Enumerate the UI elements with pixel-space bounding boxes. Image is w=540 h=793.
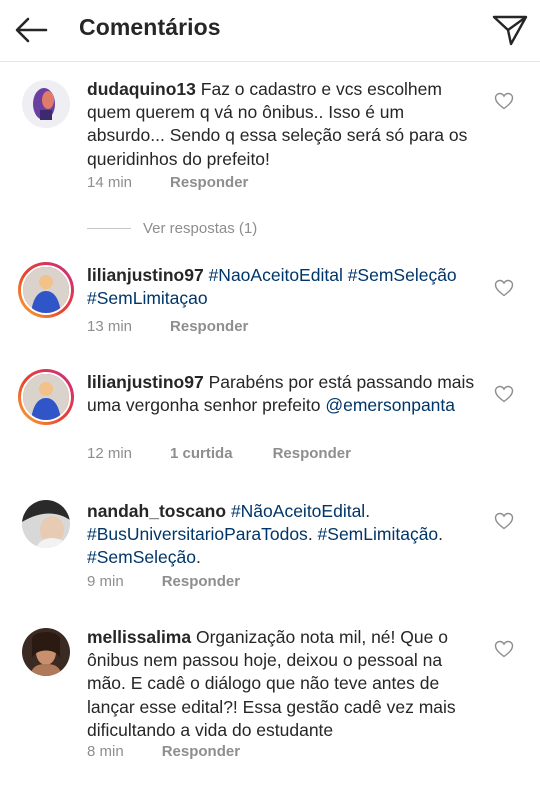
divider-line bbox=[87, 227, 131, 229]
comment-username[interactable]: lilianjustino97 bbox=[87, 265, 204, 285]
comment-time: 14 min bbox=[87, 174, 133, 191]
avatar[interactable] bbox=[18, 369, 74, 425]
comment-time: 8 min bbox=[87, 743, 124, 760]
reply-button[interactable]: Responder bbox=[162, 573, 240, 590]
user-photo-icon bbox=[22, 628, 70, 676]
comment-meta: 12 min 1 curtida Responder bbox=[87, 445, 351, 462]
comment-meta: 8 min Responder bbox=[87, 743, 240, 760]
paper-plane-icon bbox=[492, 15, 528, 46]
comment-time: 12 min bbox=[87, 445, 133, 462]
comment-meta: 14 min Responder bbox=[87, 174, 248, 191]
top-bar: Comentários bbox=[0, 0, 540, 62]
comment-username[interactable]: nandah_toscano bbox=[87, 501, 226, 521]
avatar-photo bbox=[21, 372, 71, 422]
user-photo-icon bbox=[22, 80, 70, 128]
heart-outline-icon[interactable] bbox=[494, 640, 514, 658]
comment-username[interactable]: lilianjustino97 bbox=[87, 372, 204, 392]
comment-username[interactable]: mellissalima bbox=[87, 627, 191, 647]
hashtag-link[interactable]: #NaoAceitoEdital bbox=[209, 265, 343, 285]
heart-outline-icon[interactable] bbox=[494, 512, 514, 530]
avatar[interactable] bbox=[22, 500, 70, 548]
avatar[interactable] bbox=[22, 80, 70, 128]
view-replies-button[interactable]: Ver respostas (1) bbox=[87, 218, 257, 238]
arrow-left-icon bbox=[15, 17, 48, 43]
comment-time: 9 min bbox=[87, 573, 124, 590]
reply-button[interactable]: Responder bbox=[273, 445, 351, 462]
mention-link[interactable]: @emersonpanta bbox=[325, 395, 455, 415]
back-button[interactable] bbox=[12, 12, 52, 48]
hashtag-link[interactable]: #SemSeleção bbox=[87, 547, 196, 567]
avatar[interactable] bbox=[18, 262, 74, 318]
heart-outline-icon[interactable] bbox=[494, 92, 514, 110]
comment-meta: 13 min Responder bbox=[87, 318, 248, 335]
comment-body: nandah_toscano #NãoAceitoEdital. #BusUni… bbox=[87, 501, 444, 568]
heart-outline-icon[interactable] bbox=[494, 279, 514, 297]
reply-button[interactable]: Responder bbox=[170, 174, 248, 191]
hashtag-link[interactable]: #SemLimitação bbox=[318, 524, 439, 544]
user-photo-icon bbox=[23, 267, 69, 313]
comment-body: lilianjustino97 #NaoAceitoEdital #SemSel… bbox=[87, 264, 477, 310]
comment-username[interactable]: dudaquino13 bbox=[87, 79, 196, 99]
comment-body: lilianjustino97 Parabéns por está passan… bbox=[87, 371, 477, 417]
direct-share-button[interactable] bbox=[490, 12, 530, 48]
comment-body: dudaquino13 Faz o cadastro e vcs escolhe… bbox=[87, 78, 477, 171]
comment-body: mellissalima Organização nota mil, né! Q… bbox=[87, 626, 477, 742]
page-title: Comentários bbox=[79, 14, 221, 40]
hashtag-link[interactable]: #BusUniversitarioParaTodos bbox=[87, 524, 308, 544]
user-photo-icon bbox=[22, 500, 70, 548]
view-replies-label: Ver respostas (1) bbox=[143, 219, 258, 237]
hashtag-link[interactable]: #NãoAceitoEdital bbox=[231, 501, 365, 521]
avatar[interactable] bbox=[22, 628, 70, 676]
reply-button[interactable]: Responder bbox=[162, 743, 240, 760]
avatar-photo bbox=[21, 265, 71, 315]
likes-count[interactable]: 1 curtida bbox=[170, 445, 233, 462]
hashtag-link[interactable]: #SemLimitaçao bbox=[87, 288, 208, 308]
comment-time: 13 min bbox=[87, 318, 133, 335]
user-photo-icon bbox=[23, 374, 69, 420]
comment-meta: 9 min Responder bbox=[87, 573, 240, 590]
hashtag-link[interactable]: #SemSeleção bbox=[348, 265, 457, 285]
heart-outline-icon[interactable] bbox=[494, 385, 514, 403]
reply-button[interactable]: Responder bbox=[170, 318, 248, 335]
